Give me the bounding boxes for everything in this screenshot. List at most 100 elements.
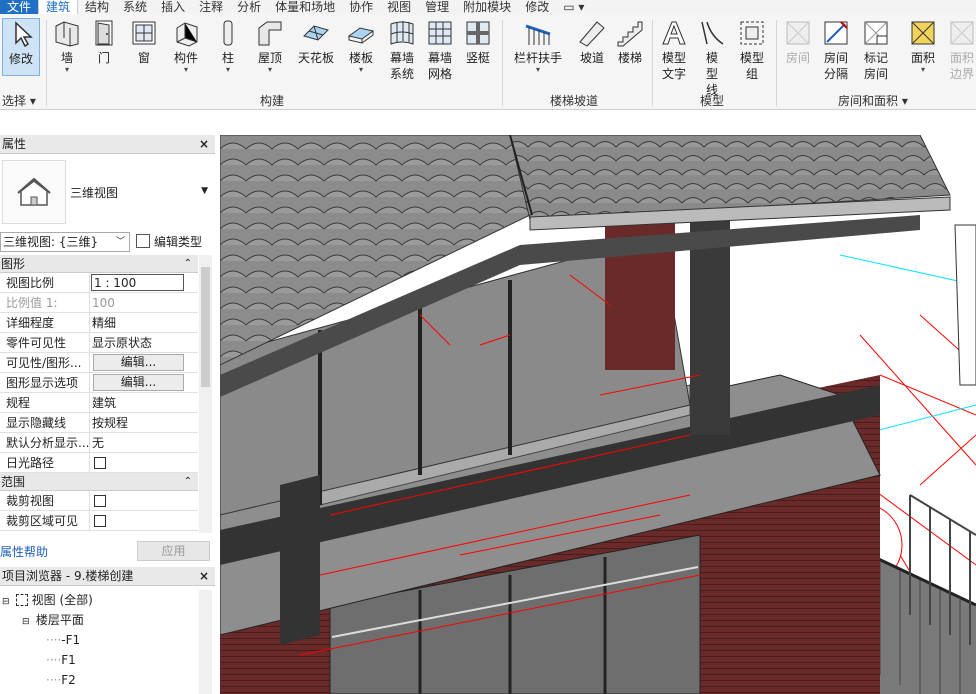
edit-type-icon bbox=[136, 234, 150, 248]
view-scale-input[interactable]: 1 : 100 bbox=[91, 274, 184, 291]
door-icon bbox=[95, 20, 113, 46]
type-selector[interactable]: 三维视图 ▼ bbox=[0, 158, 212, 228]
ramp-icon bbox=[579, 21, 605, 47]
property-label: 日光路径 bbox=[0, 453, 90, 472]
graphic-display-edit-button[interactable]: 编辑... bbox=[93, 374, 184, 391]
analysis-display-value[interactable]: 无 bbox=[90, 433, 198, 452]
tab-massing-site[interactable]: 体量和场地 bbox=[268, 0, 342, 14]
ribbon-panel: 修改 选择 ▾ 墙 ▾ 门 窗 构件 ▾ 柱 ▾ 屋顶 ▾ 天花板 楼板 ▾ 幕墙系统 幕… bbox=[0, 14, 976, 110]
crop-region-visible-checkbox[interactable] bbox=[94, 515, 106, 527]
railing-button[interactable]: 栏杆扶手 ▾ bbox=[510, 18, 566, 74]
tab-analyze[interactable]: 分析 bbox=[230, 0, 268, 14]
tab-extra-dropdown[interactable]: ▭ ▾ bbox=[556, 0, 591, 14]
property-label: 裁剪区域可见 bbox=[0, 511, 90, 530]
close-icon[interactable]: × bbox=[199, 567, 209, 586]
property-label: 详细程度 bbox=[0, 313, 90, 332]
divider bbox=[652, 20, 653, 106]
section-extents[interactable]: 范围 ⌃ bbox=[0, 473, 198, 491]
room-separator-button[interactable]: 房间分隔 bbox=[818, 18, 854, 82]
column-button[interactable]: 柱 ▾ bbox=[212, 18, 244, 74]
curtain-grid-icon bbox=[428, 21, 452, 45]
browser-title-bar: 项目浏览器 - 9.楼梯创建 × bbox=[0, 567, 215, 586]
wall-button[interactable]: 墙 ▾ bbox=[50, 18, 84, 74]
detail-level-value[interactable]: 精细 bbox=[90, 313, 198, 332]
curtain-system-button[interactable]: 幕墙系统 bbox=[384, 18, 420, 82]
model-text-button[interactable]: 模型文字 bbox=[656, 18, 692, 82]
ceiling-button[interactable]: 天花板 bbox=[294, 18, 338, 66]
properties-help-link[interactable]: 属性帮助 bbox=[0, 543, 48, 560]
tab-file[interactable]: 文件 bbox=[0, 0, 39, 14]
modify-button[interactable]: 修改 bbox=[2, 18, 40, 76]
discipline-value[interactable]: 建筑 bbox=[90, 393, 198, 412]
window-button[interactable]: 窗 bbox=[124, 18, 164, 66]
instance-filter-dropdown[interactable]: 三维视图: {三维} ﹀ bbox=[0, 232, 130, 252]
sun-path-checkbox[interactable] bbox=[94, 457, 106, 469]
tab-manage[interactable]: 管理 bbox=[418, 0, 456, 14]
model-group-label: 模型组 bbox=[739, 51, 764, 81]
tree-node-views[interactable]: ⊟ 视图 (全部) bbox=[0, 590, 212, 610]
building-3d-model[interactable] bbox=[220, 135, 976, 694]
curtain-grid-button[interactable]: 幕墙网格 bbox=[422, 18, 458, 82]
room-group-label[interactable]: 房间和面积 ▾ bbox=[838, 92, 908, 109]
chevron-down-icon: ﹀ bbox=[115, 237, 125, 247]
collapse-toggle-icon[interactable]: ⊟ bbox=[22, 612, 32, 632]
visibility-edit-button[interactable]: 编辑... bbox=[93, 354, 184, 371]
tab-modify[interactable]: 修改 bbox=[518, 0, 556, 14]
crop-view-checkbox[interactable] bbox=[94, 495, 106, 507]
tag-room-button[interactable]: 标记房间 bbox=[858, 18, 894, 82]
property-label: 零件可见性 bbox=[0, 333, 90, 352]
edit-type-button[interactable]: 编辑类型 bbox=[136, 232, 202, 252]
area-boundary-button[interactable]: 面积边界 bbox=[944, 18, 976, 82]
tree-node-plan[interactable]: ····-F1 bbox=[0, 630, 212, 650]
wall-label: 墙 bbox=[60, 51, 73, 65]
door-button[interactable]: 门 bbox=[88, 18, 120, 66]
tab-view[interactable]: 视图 bbox=[380, 0, 418, 14]
section-graphics[interactable]: 图形 ⌃ bbox=[0, 255, 198, 273]
tree-node-floor-plans[interactable]: ⊟ 楼层平面 bbox=[0, 610, 212, 630]
property-row: 零件可见性 显示原状态 bbox=[0, 333, 198, 353]
parts-visibility-value[interactable]: 显示原状态 bbox=[90, 333, 198, 352]
3d-viewport[interactable] bbox=[220, 135, 976, 694]
mullion-button[interactable]: 竖梃 bbox=[460, 18, 496, 66]
tab-structure[interactable]: 结构 bbox=[78, 0, 116, 14]
property-row: 图形显示选项 编辑... bbox=[0, 373, 198, 393]
properties-footer: 属性帮助 应用 bbox=[0, 540, 212, 562]
room-separator-label: 房间分隔 bbox=[823, 51, 848, 81]
roof-button[interactable]: 屋顶 ▾ bbox=[252, 18, 288, 74]
close-icon[interactable]: × bbox=[199, 135, 209, 154]
tab-architecture[interactable]: 建筑 bbox=[38, 0, 79, 14]
component-button[interactable]: 构件 ▾ bbox=[168, 18, 204, 74]
chevron-down-icon[interactable]: ▼ bbox=[201, 186, 208, 196]
tab-addins[interactable]: 附加模块 bbox=[456, 0, 518, 14]
tab-annotate[interactable]: 注释 bbox=[192, 0, 230, 14]
property-label: 默认分析显示... bbox=[0, 433, 90, 452]
model-group-icon bbox=[740, 21, 764, 45]
model-group-button[interactable]: 模型组 bbox=[734, 18, 770, 82]
tab-systems[interactable]: 系统 bbox=[116, 0, 154, 14]
tab-insert[interactable]: 插入 bbox=[154, 0, 192, 14]
tree-node-plan[interactable]: ····F2 bbox=[0, 670, 212, 690]
stair-button[interactable]: 楼梯 bbox=[612, 18, 648, 66]
model-line-button[interactable]: 模型线 bbox=[694, 18, 730, 98]
tag-room-icon bbox=[864, 21, 888, 45]
floor-button[interactable]: 楼板 ▾ bbox=[342, 18, 380, 74]
show-hidden-lines-value[interactable]: 按规程 bbox=[90, 413, 198, 432]
tab-collaborate[interactable]: 协作 bbox=[342, 0, 380, 14]
collapse-icon[interactable]: ⌃ bbox=[184, 473, 192, 491]
tree-node-plan[interactable]: ····F1 bbox=[0, 650, 212, 670]
apply-button[interactable]: 应用 bbox=[137, 541, 210, 561]
property-label: 图形显示选项 bbox=[0, 373, 90, 392]
room-button[interactable]: 房间 bbox=[780, 18, 816, 66]
column-icon bbox=[223, 20, 233, 46]
select-group-label[interactable]: 选择 ▾ bbox=[2, 92, 36, 109]
curtain-system-label: 幕墙系统 bbox=[389, 51, 414, 81]
section-graphics-label: 图形 bbox=[1, 257, 26, 271]
collapse-toggle-icon[interactable]: ⊟ bbox=[2, 592, 12, 612]
browser-scrollbar[interactable] bbox=[199, 590, 212, 694]
scrollbar-thumb[interactable] bbox=[201, 267, 210, 387]
ramp-button[interactable]: 坡道 bbox=[574, 18, 610, 66]
properties-scrollbar[interactable] bbox=[199, 255, 212, 533]
area-button[interactable]: 面积 ▾ bbox=[904, 18, 942, 74]
properties-title: 属性 bbox=[2, 137, 27, 151]
collapse-icon[interactable]: ⌃ bbox=[184, 255, 192, 273]
